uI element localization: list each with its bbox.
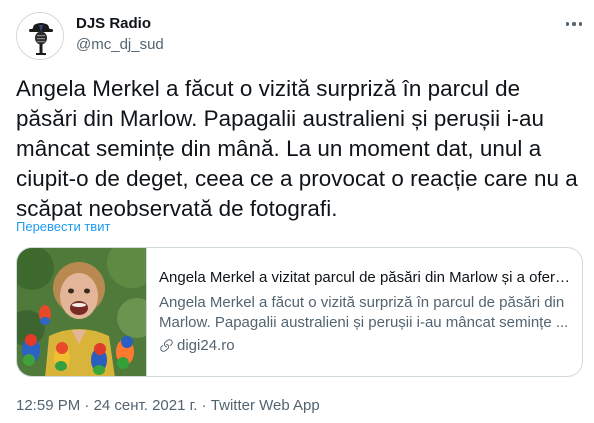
- card-domain-text[interactable]: digi24.ro: [177, 337, 235, 354]
- link-icon: [160, 339, 173, 352]
- tweet: DJS Radio @mc_dj_sud Angela Merkel a făc…: [0, 0, 594, 423]
- meta-separator: ·: [84, 397, 90, 414]
- card-title: Angela Merkel a vizitat parcul de păsări…: [159, 269, 571, 286]
- tweet-time[interactable]: 12:59 PM: [16, 397, 80, 414]
- card-description-line-2: Marlow. Papagalii australieni și perușii…: [159, 314, 569, 331]
- card-description-line-1: Angela Merkel a făcut o vizită surpriză …: [159, 294, 565, 311]
- link-card[interactable]: Angela Merkel a vizitat parcul de păsări…: [16, 247, 583, 377]
- card-thumbnail: [17, 248, 147, 376]
- author-handle[interactable]: @mc_dj_sud: [76, 36, 164, 53]
- tweet-date[interactable]: 24 сент. 2021 г.: [94, 397, 198, 414]
- card-domain: digi24.ro: [159, 337, 235, 354]
- more-options-icon[interactable]: [563, 14, 585, 34]
- card-description: Angela Merkel a făcut o vizită surpriză …: [159, 293, 571, 333]
- meta-separator-2: ·: [201, 397, 207, 414]
- avatar[interactable]: [16, 12, 64, 60]
- author-name[interactable]: DJS Radio: [76, 15, 151, 32]
- tweet-text: Angela Merkel a făcut o vizită surpriză …: [16, 76, 578, 221]
- translate-link[interactable]: Перевести твит: [16, 219, 110, 234]
- tweet-source[interactable]: Twitter Web App: [211, 397, 320, 414]
- tweet-meta: 12:59 PM · 24 сент. 2021 г. · Twitter We…: [16, 397, 320, 414]
